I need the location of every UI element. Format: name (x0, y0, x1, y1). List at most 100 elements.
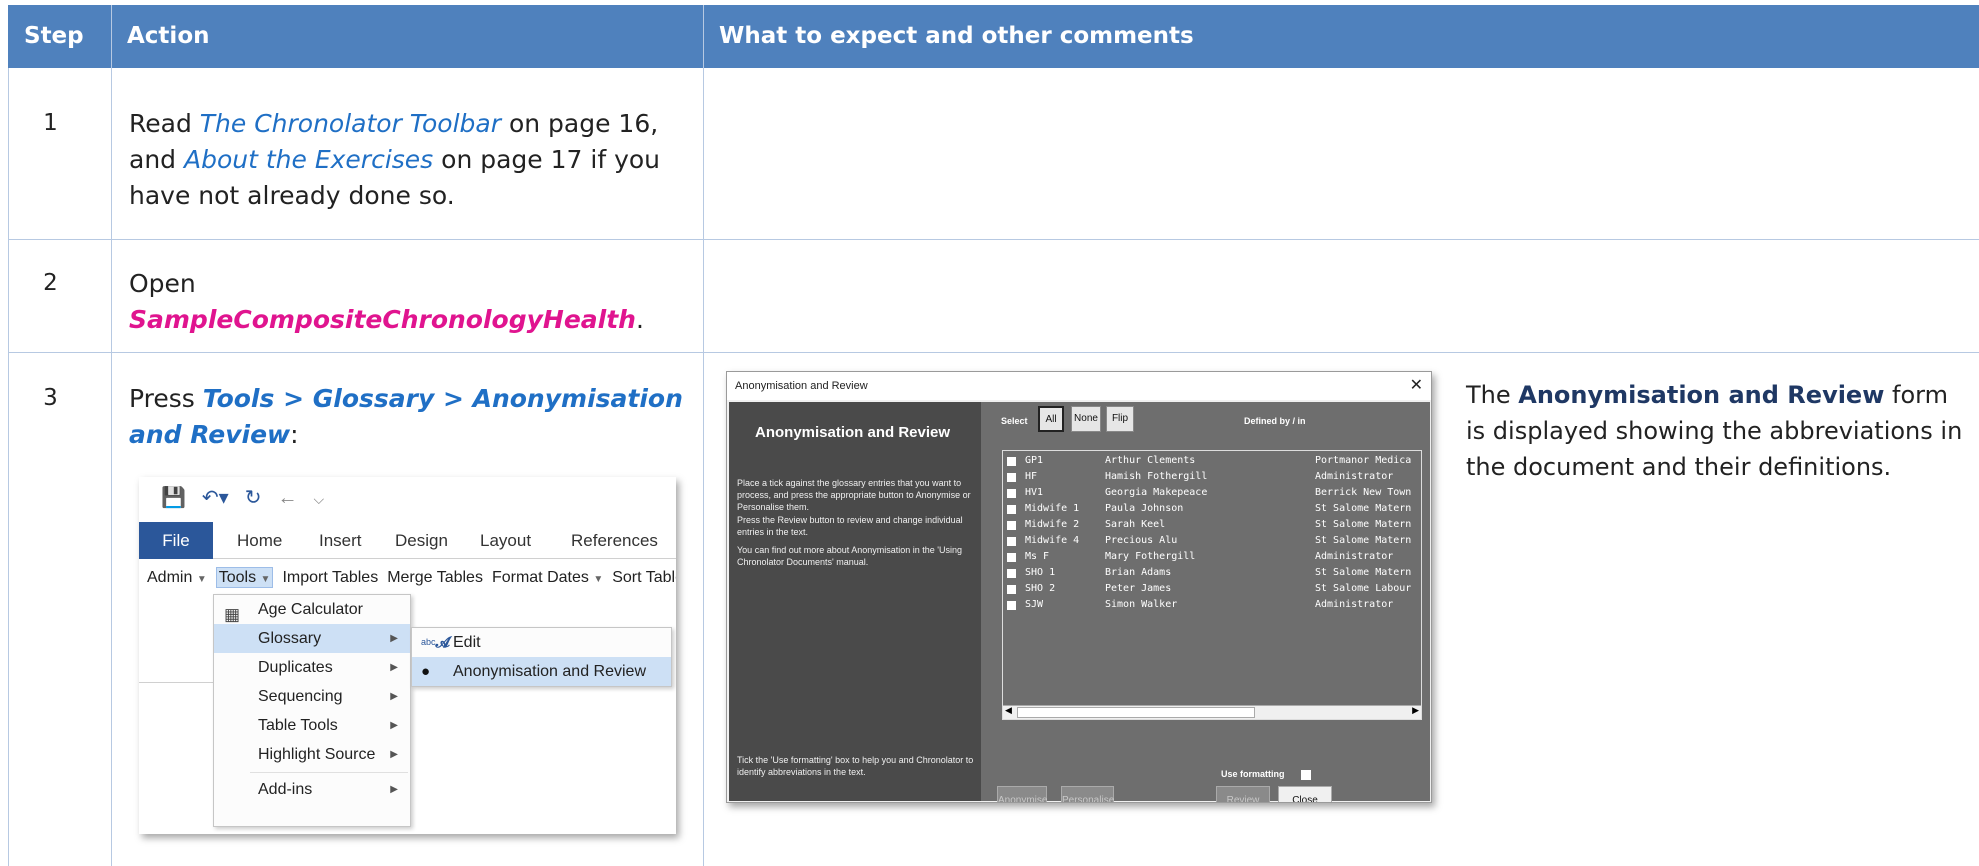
entry-name: Mary Fothergill (1105, 551, 1196, 562)
chevron-down-icon: ▼ (260, 574, 271, 585)
anonymisation-dialog-screenshot: Anonymisation and Review ✕ Anonymisation … (726, 371, 1432, 803)
menu-item-label: Glossary (258, 630, 322, 647)
defined-by-label: Defined by / in (1244, 416, 1306, 426)
menu-item-label: Highlight Source (258, 746, 376, 763)
action-text: Open SampleCompositeChronologyHealth. (129, 266, 699, 338)
menu-item-label: Duplicates (258, 659, 333, 676)
menu-path: Tools > Glossary > Anonymisation and Rev… (129, 384, 683, 449)
help-text: You can find out more about Anonymisatio… (737, 545, 963, 567)
format-dates-label: Format Dates (491, 569, 589, 586)
grid-line (111, 5, 112, 866)
entry-defined-by: Administrator (1315, 599, 1394, 610)
scroll-right-icon[interactable]: ▶ (1412, 705, 1419, 716)
use-formatting-checkbox[interactable] (1301, 770, 1311, 780)
entry-abbreviation: HF (1025, 471, 1038, 482)
entry-checkbox[interactable] (1007, 553, 1016, 562)
cross-reference-link[interactable]: About the Exercises (184, 145, 433, 174)
menu-item-label: Table Tools (258, 717, 338, 734)
header-step: Step (24, 23, 84, 49)
cross-reference-link[interactable]: The Chronolator Toolbar (200, 109, 501, 138)
tab-file[interactable]: File (139, 522, 213, 559)
menu-item-anonymisation-and-review[interactable]: ● Anonymisation and Review (412, 657, 671, 686)
grid-line (8, 239, 1979, 240)
tab-references[interactable]: References (571, 522, 658, 559)
tab-layout[interactable]: Layout (480, 522, 531, 559)
submenu-arrow-icon: ▶ (390, 662, 398, 673)
help-text: Tick the 'Use formatting' box to help yo… (737, 755, 974, 777)
help-text: Press the Review button to review and ch… (737, 515, 963, 537)
close-icon[interactable]: ✕ (1410, 372, 1423, 400)
menu-item-edit[interactable]: abc𝓐 Edit (412, 628, 671, 657)
entry-name: Georgia Makepeace (1105, 487, 1208, 498)
tab-insert[interactable]: Insert (319, 522, 362, 559)
menu-separator (250, 772, 408, 773)
glossary-entries-list[interactable]: GP1 Arthur Clements Portmanor Medica HF Ham… (1002, 450, 1422, 720)
admin-label: Admin (147, 569, 193, 586)
review-button[interactable]: Review (1216, 786, 1270, 802)
entry-name: Simon Walker (1105, 599, 1178, 610)
flip-selection-button[interactable]: Flip (1106, 406, 1134, 432)
entry-checkbox[interactable] (1007, 489, 1016, 498)
horizontal-scrollbar[interactable]: ◀ ▶ (1003, 705, 1421, 719)
menu-item-label: Edit (453, 634, 481, 651)
quick-access-toolbar: 💾 ↶▾ ↻ ← ⌵ (161, 485, 340, 510)
entry-checkbox[interactable] (1007, 537, 1016, 546)
back-icon[interactable]: ← (277, 487, 297, 509)
chevron-down-icon: ▼ (593, 574, 604, 585)
menu-item-add-ins[interactable]: Add-ins ▶ (214, 775, 410, 804)
admin-dropdown[interactable]: Admin ▼ (147, 569, 207, 586)
entry-name: Brian Adams (1105, 567, 1172, 578)
entry-checkbox[interactable] (1007, 457, 1016, 466)
merge-tables-button[interactable]: Merge Tables (387, 569, 483, 586)
grid-line (8, 68, 9, 866)
submenu-arrow-icon: ▶ (390, 749, 398, 760)
action-text: Press Tools > Glossary > Anonymisation a… (129, 381, 699, 453)
tab-home[interactable]: Home (237, 522, 282, 559)
customize-toolbar-icon[interactable]: ⌵ (313, 491, 324, 507)
menu-item-highlight-source[interactable]: Highlight Source ▶ (214, 740, 410, 769)
action-text-part: : (290, 420, 299, 449)
step-number: 2 (43, 270, 58, 296)
scroll-left-icon[interactable]: ◀ (1005, 705, 1012, 716)
menu-item-label: Sequencing (258, 688, 343, 705)
entry-name: Sarah Keel (1105, 519, 1166, 530)
save-icon[interactable]: 💾 (161, 487, 186, 509)
entry-defined-by: St Salome Matern (1315, 535, 1412, 546)
menu-item-table-tools[interactable]: Table Tools ▶ (214, 711, 410, 740)
anonymise-button[interactable]: Anonymise (997, 786, 1047, 802)
entry-checkbox[interactable] (1007, 505, 1016, 514)
grid-line (703, 5, 704, 866)
entry-defined-by: Administrator (1315, 551, 1394, 562)
undo-icon[interactable]: ↶▾ (202, 487, 229, 509)
tab-design[interactable]: Design (395, 522, 448, 559)
entry-checkbox[interactable] (1007, 521, 1016, 530)
menu-item-glossary[interactable]: Glossary ▶ (214, 624, 410, 653)
ribbon-tabs: File Home Insert Design Layout Reference… (139, 522, 676, 559)
import-tables-button[interactable]: Import Tables (282, 569, 378, 586)
entry-defined-by: Administrator (1315, 471, 1394, 482)
entry-defined-by: St Salome Matern (1315, 567, 1412, 578)
menu-item-duplicates[interactable]: Duplicates ▶ (214, 653, 410, 682)
entry-checkbox[interactable] (1007, 601, 1016, 610)
step-number: 3 (43, 385, 58, 411)
format-dates-dropdown[interactable]: Format Dates ▼ (492, 569, 603, 586)
tools-dropdown[interactable]: Tools ▼ (215, 567, 274, 588)
menu-item-age-calculator[interactable]: ▦ Age Calculator (214, 595, 410, 624)
action-text-part: . (635, 305, 644, 334)
entry-checkbox[interactable] (1007, 473, 1016, 482)
sort-tables-button[interactable]: Sort Tables (612, 569, 676, 586)
personalise-button[interactable]: Personalise (1061, 786, 1114, 802)
entry-name: Arthur Clements (1105, 455, 1196, 466)
glossary-submenu: abc𝓐 Edit ● Anonymisation and Review (411, 627, 672, 687)
entry-name: Peter James (1105, 583, 1172, 594)
select-all-button[interactable]: All (1038, 406, 1064, 432)
select-none-button[interactable]: None (1071, 406, 1101, 432)
entry-checkbox[interactable] (1007, 585, 1016, 594)
redo-icon[interactable]: ↻ (245, 487, 262, 509)
entry-checkbox[interactable] (1007, 569, 1016, 578)
entry-abbreviation: Ms F (1025, 551, 1050, 562)
grid-line (8, 352, 1979, 353)
scrollbar-thumb[interactable] (1017, 707, 1255, 718)
close-button[interactable]: Close (1278, 786, 1332, 802)
menu-item-sequencing[interactable]: Sequencing ▶ (214, 682, 410, 711)
